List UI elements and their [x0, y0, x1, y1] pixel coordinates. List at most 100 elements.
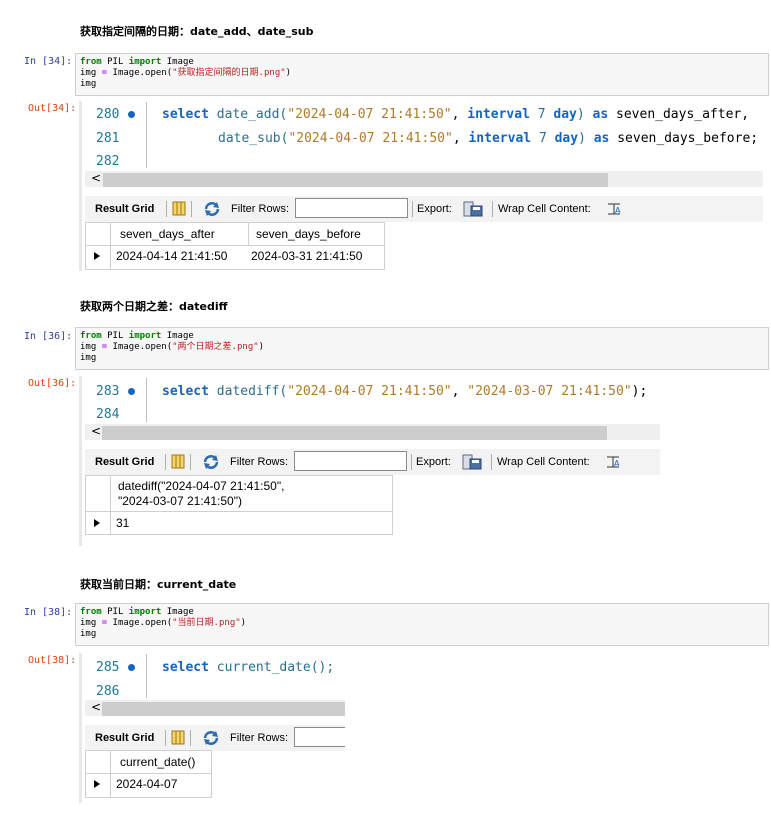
- export-disk-icon[interactable]: [462, 454, 482, 470]
- sql-token: seven_days_before;: [609, 131, 759, 146]
- grid-cell[interactable]: 2024-03-31 21:41:50: [251, 249, 362, 263]
- sql-token: );: [631, 384, 648, 399]
- horizontal-scrollbar[interactable]: <: [85, 171, 763, 187]
- output-scroll-bar[interactable]: [79, 101, 82, 271]
- code-cell[interactable]: from PIL import Image img = Image.open("…: [75, 53, 769, 96]
- toolbar-separator: [191, 201, 192, 217]
- line-number: 285: [96, 660, 120, 675]
- section-heading: 获取当前日期：current_date: [80, 578, 237, 591]
- grid-divider: [110, 223, 111, 269]
- result-grid-tab[interactable]: Result Grid: [95, 203, 154, 215]
- export-label: Export:: [416, 456, 451, 468]
- sql-token: day: [554, 131, 579, 146]
- grid-layout-icon[interactable]: [172, 201, 186, 216]
- horizontal-scrollbar[interactable]: <: [85, 700, 345, 716]
- result-grid-tab[interactable]: Result Grid: [95, 732, 154, 744]
- sql-line: date_sub("2024-04-07 21:41:50", interval…: [218, 131, 758, 146]
- filter-rows-input[interactable]: [294, 451, 407, 471]
- toolbar-separator: [190, 454, 191, 470]
- scroll-thumb[interactable]: [102, 702, 345, 716]
- code-token: Image: [161, 331, 194, 341]
- sql-line: select date_add("2024-04-07 21:41:50", i…: [162, 107, 749, 122]
- horizontal-scrollbar[interactable]: <: [85, 424, 660, 440]
- input-prompt: In [38]:: [24, 607, 73, 618]
- code-token: img: [80, 68, 102, 78]
- filter-rows-label: Filter Rows:: [231, 203, 290, 215]
- export-disk-icon[interactable]: [463, 201, 483, 217]
- sql-token: seven_days_after,: [608, 107, 750, 122]
- filter-rows-input[interactable]: [295, 198, 408, 218]
- code-cell[interactable]: from PIL import Image img = Image.open("…: [75, 603, 769, 646]
- line-number: 281: [96, 131, 120, 146]
- line-number: 280: [96, 107, 120, 122]
- sql-token: select: [162, 384, 209, 399]
- line-number: 283: [96, 384, 120, 399]
- result-grid: seven_days_after seven_days_before 2024-…: [85, 222, 385, 270]
- wrap-text-icon[interactable]: A: [606, 455, 620, 469]
- statement-marker-icon: [128, 388, 135, 395]
- refresh-icon[interactable]: [202, 730, 220, 746]
- wrap-text-icon[interactable]: A: [607, 202, 621, 216]
- code-token: import: [128, 57, 162, 67]
- result-grid: current_date() 2024-04-07: [85, 750, 212, 798]
- grid-layout-icon[interactable]: [171, 454, 185, 469]
- filter-rows-input[interactable]: [294, 727, 345, 747]
- result-toolbar: Result Grid Filter Rows:: [85, 725, 345, 751]
- grid-divider: [110, 476, 111, 534]
- output-scroll-bar[interactable]: [79, 653, 82, 803]
- grid-cell[interactable]: 2024-04-14 21:41:50: [116, 249, 227, 263]
- sql-token: day: [553, 107, 577, 122]
- sql-token: date_sub(: [218, 131, 289, 146]
- gutter-divider: [146, 378, 147, 422]
- column-header[interactable]: "2024-03-07 21:41:50"): [118, 494, 242, 508]
- scroll-left-arrow-icon[interactable]: <: [91, 700, 101, 714]
- grid-cell[interactable]: 31: [116, 516, 129, 530]
- column-header[interactable]: datediff("2024-04-07 21:41:50",: [118, 479, 284, 493]
- code-token: "当前日期.png": [172, 618, 241, 628]
- filter-rows-label: Filter Rows:: [230, 456, 289, 468]
- code-token: ): [285, 68, 292, 78]
- code-token: Image.open(: [107, 342, 173, 352]
- column-header[interactable]: seven_days_after: [120, 227, 215, 241]
- scroll-thumb[interactable]: [102, 426, 607, 440]
- code-cell[interactable]: from PIL import Image img = Image.open("…: [75, 327, 769, 370]
- refresh-icon[interactable]: [203, 201, 221, 217]
- column-header[interactable]: seven_days_before: [256, 227, 361, 241]
- code-token: from: [80, 57, 102, 67]
- output-prompt: Out[36]:: [28, 378, 77, 389]
- sql-token: "2024-03-07 21:41:50": [467, 384, 632, 399]
- sql-token: date_add(: [208, 107, 288, 122]
- code-token: img: [80, 618, 102, 628]
- svg-text:A: A: [615, 206, 621, 215]
- row-pointer-icon: [94, 519, 100, 527]
- sql-token: ): [578, 131, 594, 146]
- row-pointer-icon: [94, 780, 100, 788]
- line-number: 282: [96, 154, 120, 169]
- code-token: img: [80, 79, 97, 89]
- sql-token: ): [576, 107, 593, 122]
- export-label: Export:: [417, 203, 452, 215]
- sql-token: as: [592, 107, 609, 122]
- output-scroll-bar[interactable]: [79, 376, 82, 546]
- toolbar-separator: [491, 454, 492, 470]
- grid-cell[interactable]: 2024-04-07: [116, 777, 177, 791]
- code-token: from: [80, 331, 102, 341]
- sql-token: current_date();: [208, 660, 335, 675]
- grid-layout-icon[interactable]: [171, 730, 185, 745]
- code-token: import: [128, 607, 162, 617]
- output-prompt: Out[38]:: [28, 655, 77, 666]
- result-grid: datediff("2024-04-07 21:41:50", "2024-03…: [85, 475, 393, 535]
- code-token: PIL: [101, 57, 129, 67]
- result-grid-tab[interactable]: Result Grid: [95, 456, 154, 468]
- gutter-divider: [146, 102, 147, 168]
- output-prompt: Out[34]:: [28, 103, 77, 114]
- code-token: PIL: [101, 607, 129, 617]
- scroll-left-arrow-icon[interactable]: <: [91, 171, 101, 185]
- refresh-icon[interactable]: [202, 454, 220, 470]
- scroll-left-arrow-icon[interactable]: <: [91, 424, 101, 438]
- column-header[interactable]: current_date(): [120, 755, 195, 769]
- code-token: ): [240, 618, 247, 628]
- svg-text:A: A: [614, 459, 620, 468]
- scroll-thumb[interactable]: [103, 173, 608, 187]
